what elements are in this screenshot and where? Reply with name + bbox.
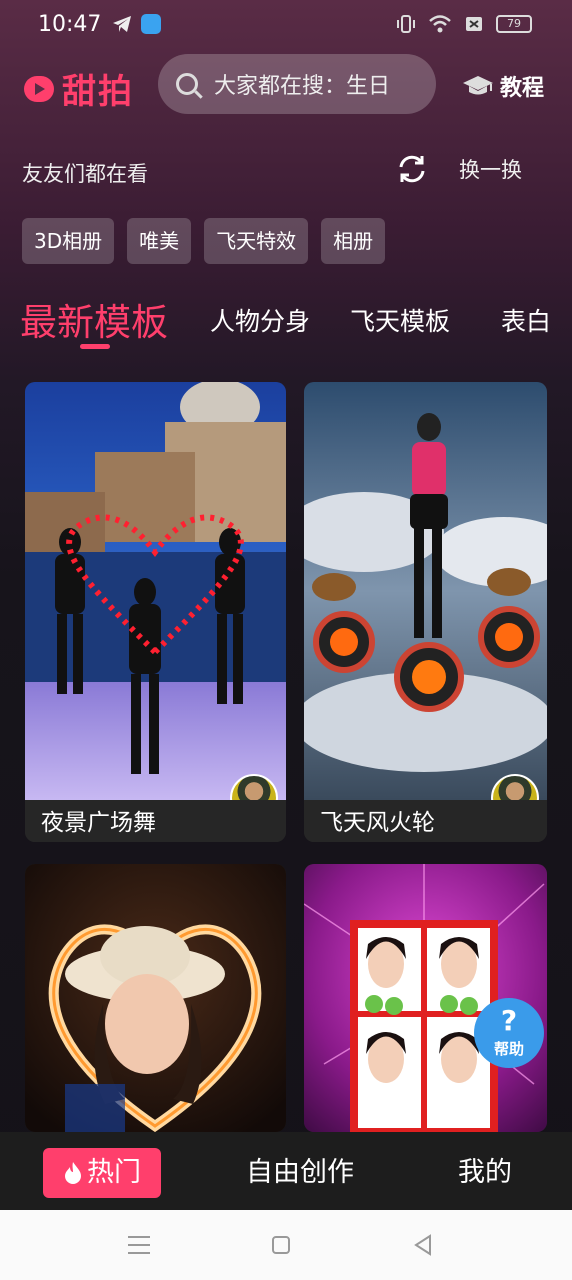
search-bar[interactable]: 大家都在搜：生日 [158,54,436,114]
app-notification-icon [141,14,161,34]
template-card[interactable]: 夜景广场舞 [25,382,286,842]
wifi-icon [429,15,451,33]
nav-mine[interactable]: 我的 [458,1148,512,1198]
tag-chip[interactable]: 飞天特效 [204,218,309,264]
recent-apps-icon[interactable] [128,1236,150,1260]
refresh-label: 换一换 [459,158,522,182]
back-icon[interactable] [412,1234,434,1256]
header: 甜拍 大家都在搜：生日 教程 [0,52,572,116]
nav-free-create[interactable]: 自由创作 [246,1148,354,1198]
tab-latest-templates[interactable]: 最新模板 [20,292,168,346]
search-icon [176,73,198,95]
category-tabs: 最新模板 人物分身 飞天模板 表白 [20,292,572,352]
search-placeholder: 大家都在搜：生日 [214,74,391,99]
template-title: 飞天风火轮 [304,800,547,842]
nav-hot[interactable]: 热门 [43,1148,161,1198]
question-mark-icon: ? [500,1004,518,1037]
tab-confession[interactable]: 表白 [501,302,551,338]
template-title: 夜景广场舞 [25,800,286,842]
status-bar: 10:47 79 [0,0,572,50]
vibrate-icon [397,15,415,33]
hot-tags: 3D相册 唯美 飞天特效 相册 [22,218,386,264]
active-tab-indicator [80,344,110,349]
template-thumbnail [25,382,286,800]
bottom-nav: 热门 自由创作 我的 [0,1132,572,1210]
template-card[interactable] [25,864,286,1132]
help-button[interactable]: ? 帮助 [474,998,544,1068]
tutorial-label: 教程 [499,76,544,101]
tutorial-button[interactable]: 教程 [462,70,544,102]
play-logo-icon [24,75,54,102]
tab-flying-templates[interactable]: 飞天模板 [350,302,450,338]
nav-hot-label: 热门 [87,1157,141,1188]
help-label: 帮助 [493,1040,524,1058]
tag-chip[interactable]: 相册 [321,218,386,264]
tag-chip[interactable]: 3D相册 [22,218,115,264]
app-name: 甜拍 [62,72,134,112]
template-card[interactable]: 飞天风火轮 [304,382,547,842]
home-icon[interactable] [272,1236,290,1254]
section-title: 友友们都在看 [22,162,148,186]
system-nav-bar [0,1210,572,1280]
refresh-icon [399,155,425,183]
telegram-icon [113,16,131,32]
tab-person-clone[interactable]: 人物分身 [210,302,310,338]
tag-chip[interactable]: 唯美 [127,218,192,264]
template-thumbnail [25,864,286,1132]
template-thumbnail [304,382,547,800]
app-logo: 甜拍 [24,64,134,113]
no-sim-icon [466,17,482,31]
refresh-button[interactable]: 换一换 [395,152,522,186]
status-icons: 79 [396,14,532,34]
battery-indicator: 79 [496,15,532,33]
graduation-cap-icon [462,76,493,95]
flame-icon [65,1162,81,1184]
status-time: 10:47 [38,12,102,37]
